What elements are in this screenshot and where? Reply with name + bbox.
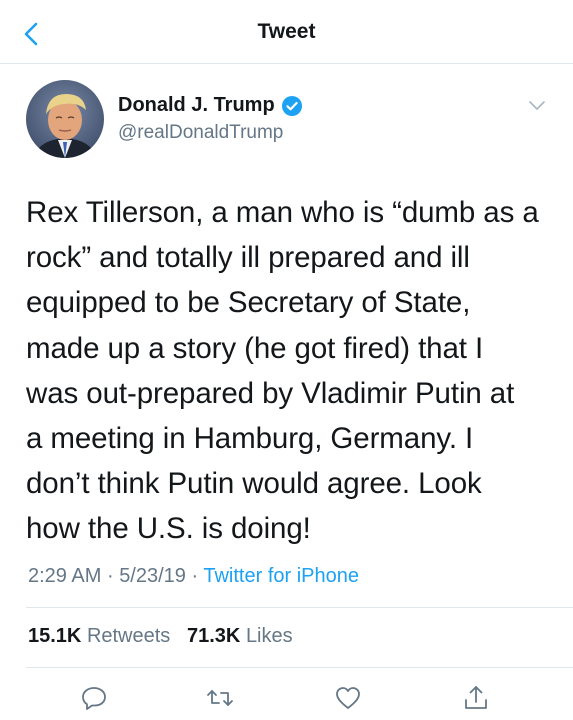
meta-separator: · [106,565,114,587]
tweet-stats: 15.1K Retweets 71.3K Likes [28,625,293,648]
meta-separator: · [191,565,199,587]
tweet-date: 5/23/19 [119,565,186,587]
tweet-text: Rex Tillerson, a man who is “dumb as a r… [26,190,561,552]
chevron-down-icon[interactable] [526,94,548,116]
tweet-text-line: made up a story (he got fired) that I [26,331,484,365]
retweets-label: Retweets [86,625,171,647]
author-name-label: Donald J. Trump [118,94,275,116]
likes-stat[interactable]: 71.3K Likes [187,625,293,647]
author-name[interactable]: Donald J. Trump [118,94,303,117]
verified-badge-icon [281,95,303,117]
tweet-text-line: equipped to be Secretary of State, [26,286,471,320]
likes-count: 71.3K [187,625,241,647]
tweet-source-link[interactable]: Twitter for iPhone [203,565,359,587]
tweet-text-line: don’t think Putin would agree. Look [26,467,482,501]
avatar[interactable] [26,80,104,158]
navigation-bar: Tweet [0,0,573,64]
tweet-text-line: a meeting in Hamburg, Germany. I [26,422,474,456]
tweet-time: 2:29 AM [28,565,102,587]
tweet-detail-screen: Tweet Donald J. Trump @realDonaldTrump R… [0,0,573,720]
tweet-text-line: how the U.S. is doing! [26,512,311,546]
divider [26,667,573,668]
share-icon[interactable] [462,684,490,712]
tweet-text-line: Rex Tillerson, a man who is “dumb as a [26,196,539,229]
likes-label: Likes [245,625,293,647]
reply-icon[interactable] [80,684,108,712]
tweet-text-line: rock” and totally ill prepared and ill [26,241,470,275]
like-icon[interactable] [334,684,362,712]
action-bar [0,680,573,720]
retweet-icon[interactable] [206,684,234,712]
tweet-text-line: was out-prepared by Vladimir Putin at [26,376,515,410]
retweets-stat[interactable]: 15.1K Retweets [28,625,176,647]
page-title: Tweet [257,20,316,43]
author-handle[interactable]: @realDonaldTrump [118,122,283,144]
divider [26,607,573,608]
tweet-meta: 2:29 AM · 5/23/19 · Twitter for iPhone [28,565,359,588]
retweets-count: 15.1K [28,625,82,647]
